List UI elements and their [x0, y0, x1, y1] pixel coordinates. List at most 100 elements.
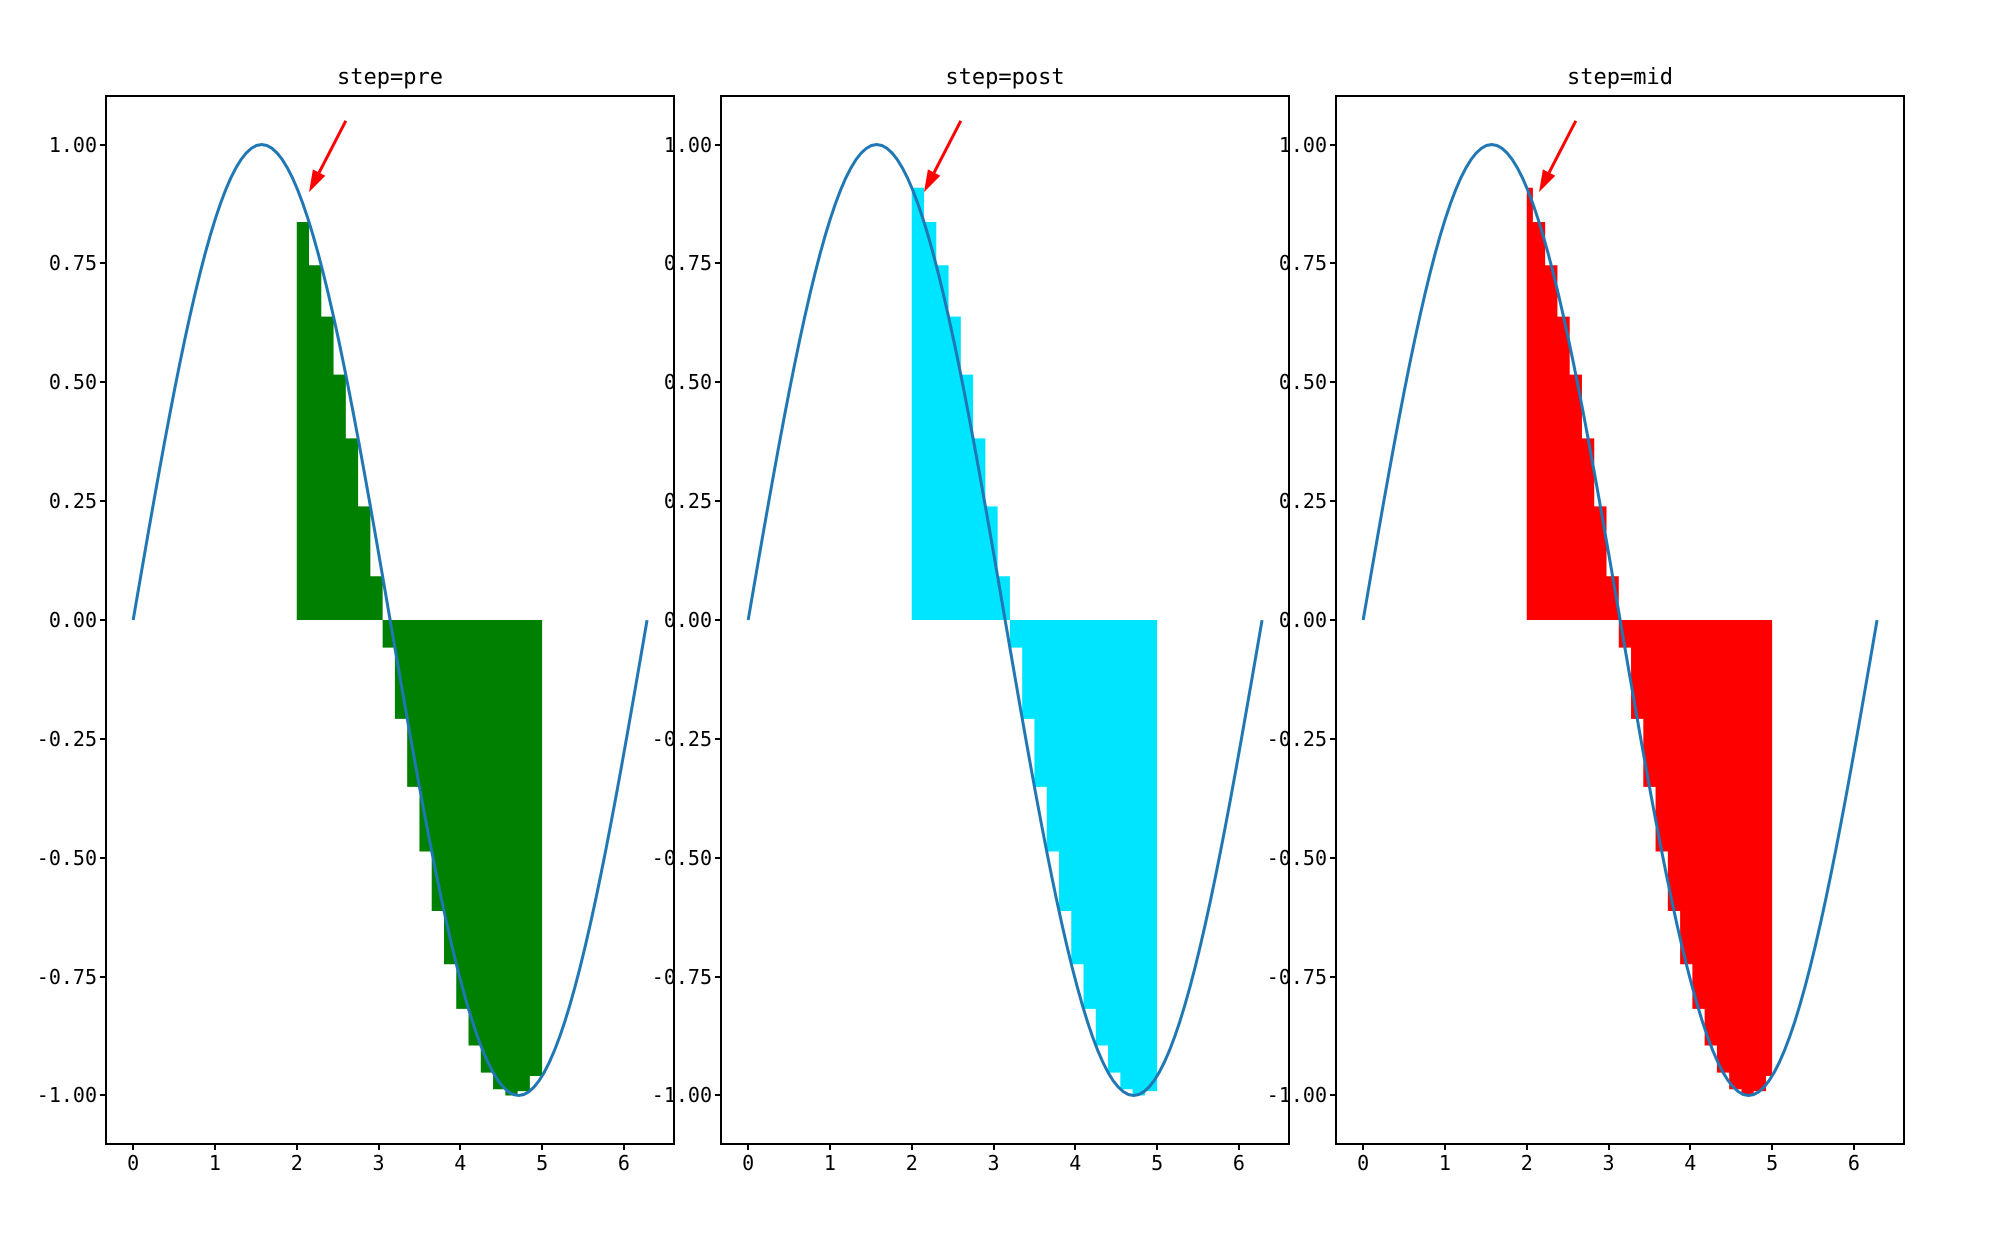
- plot-area: 0123456-1.00-0.75-0.50-0.250.000.250.500…: [105, 95, 675, 1145]
- ytick-mark: [715, 381, 722, 383]
- ytick-mark: [715, 738, 722, 740]
- ytick-mark: [715, 857, 722, 859]
- step-fill: [1527, 188, 1772, 1096]
- xtick-mark: [1444, 1143, 1446, 1150]
- xtick-mark: [214, 1143, 216, 1150]
- xtick-label: 3: [988, 1151, 1000, 1175]
- ytick-mark: [1330, 738, 1337, 740]
- ytick-mark: [100, 381, 107, 383]
- ytick-label: 0.50: [1279, 370, 1327, 394]
- xtick-label: 4: [1069, 1151, 1081, 1175]
- xtick-mark: [1771, 1143, 1773, 1150]
- xtick-mark: [1362, 1143, 1364, 1150]
- xtick-mark: [1608, 1143, 1610, 1150]
- xtick-mark: [829, 1143, 831, 1150]
- ytick-label: 0.25: [1279, 489, 1327, 513]
- xtick-mark: [747, 1143, 749, 1150]
- xtick-label: 4: [1684, 1151, 1696, 1175]
- ytick-label: -1.00: [652, 1083, 712, 1107]
- xtick-mark: [296, 1143, 298, 1150]
- xtick-label: 0: [1357, 1151, 1369, 1175]
- ytick-mark: [1330, 144, 1337, 146]
- ytick-label: -1.00: [1267, 1083, 1327, 1107]
- xtick-mark: [132, 1143, 134, 1150]
- annotation-arrow-head: [924, 169, 940, 192]
- ytick-label: 0.00: [49, 608, 97, 632]
- ytick-mark: [1330, 381, 1337, 383]
- xtick-mark: [1074, 1143, 1076, 1150]
- xtick-label: 2: [906, 1151, 918, 1175]
- xtick-mark: [1853, 1143, 1855, 1150]
- subplot-step-post: step=post 0123456-1.00-0.75-0.50-0.250.0…: [720, 95, 1290, 1145]
- xtick-label: 2: [291, 1151, 303, 1175]
- xtick-mark: [993, 1143, 995, 1150]
- sine-curve: [1363, 145, 1877, 1096]
- xtick-label: 6: [1233, 1151, 1245, 1175]
- ytick-mark: [100, 1094, 107, 1096]
- plot-area: 0123456-1.00-0.75-0.50-0.250.000.250.500…: [1335, 95, 1905, 1145]
- ytick-label: 1.00: [1279, 133, 1327, 157]
- xtick-mark: [1526, 1143, 1528, 1150]
- ytick-mark: [100, 738, 107, 740]
- plot-svg: [107, 97, 673, 1143]
- ytick-label: 0.75: [1279, 251, 1327, 275]
- xtick-label: 5: [536, 1151, 548, 1175]
- xtick-mark: [1156, 1143, 1158, 1150]
- ytick-mark: [715, 500, 722, 502]
- ytick-mark: [100, 262, 107, 264]
- ytick-label: 0.00: [1279, 608, 1327, 632]
- subplot-title: step=mid: [1335, 65, 1905, 90]
- subplot-title: step=post: [720, 65, 1290, 90]
- ytick-mark: [715, 1094, 722, 1096]
- annotation-arrow-shaft: [934, 121, 961, 173]
- plot-area: 0123456-1.00-0.75-0.50-0.250.000.250.500…: [720, 95, 1290, 1145]
- ytick-mark: [100, 857, 107, 859]
- step-fill: [912, 188, 1157, 1096]
- xtick-label: 2: [1521, 1151, 1533, 1175]
- xtick-label: 6: [1848, 1151, 1860, 1175]
- figure: step=pre 0123456-1.00-0.75-0.50-0.250.00…: [0, 0, 2011, 1260]
- ytick-mark: [1330, 619, 1337, 621]
- ytick-label: -0.25: [1267, 727, 1327, 751]
- xtick-mark: [1689, 1143, 1691, 1150]
- ytick-mark: [100, 619, 107, 621]
- xtick-label: 6: [618, 1151, 630, 1175]
- xtick-mark: [1238, 1143, 1240, 1150]
- ytick-label: -0.25: [652, 727, 712, 751]
- xtick-mark: [541, 1143, 543, 1150]
- ytick-label: 0.50: [664, 370, 712, 394]
- plot-svg: [1337, 97, 1903, 1143]
- sine-curve: [133, 145, 647, 1096]
- ytick-mark: [715, 619, 722, 621]
- xtick-label: 4: [454, 1151, 466, 1175]
- xtick-label: 5: [1766, 1151, 1778, 1175]
- xtick-label: 5: [1151, 1151, 1163, 1175]
- xtick-label: 1: [1439, 1151, 1451, 1175]
- ytick-mark: [1330, 262, 1337, 264]
- xtick-label: 1: [209, 1151, 221, 1175]
- ytick-mark: [1330, 976, 1337, 978]
- xtick-mark: [459, 1143, 461, 1150]
- ytick-label: -0.75: [1267, 965, 1327, 989]
- ytick-mark: [1330, 500, 1337, 502]
- subplot-step-pre: step=pre 0123456-1.00-0.75-0.50-0.250.00…: [105, 95, 675, 1145]
- annotation-arrow-head: [309, 169, 325, 192]
- xtick-mark: [911, 1143, 913, 1150]
- xtick-mark: [623, 1143, 625, 1150]
- step-fill: [297, 188, 542, 1096]
- annotation-arrow-shaft: [1549, 121, 1576, 173]
- ytick-label: 1.00: [664, 133, 712, 157]
- subplot-title: step=pre: [105, 65, 675, 90]
- ytick-mark: [100, 976, 107, 978]
- ytick-label: -0.50: [652, 846, 712, 870]
- ytick-mark: [715, 144, 722, 146]
- xtick-mark: [378, 1143, 380, 1150]
- xtick-label: 3: [373, 1151, 385, 1175]
- xtick-label: 0: [127, 1151, 139, 1175]
- annotation-arrow-head: [1539, 169, 1555, 192]
- ytick-label: -0.50: [37, 846, 97, 870]
- ytick-mark: [715, 976, 722, 978]
- xtick-label: 3: [1603, 1151, 1615, 1175]
- ytick-label: -1.00: [37, 1083, 97, 1107]
- ytick-label: 1.00: [49, 133, 97, 157]
